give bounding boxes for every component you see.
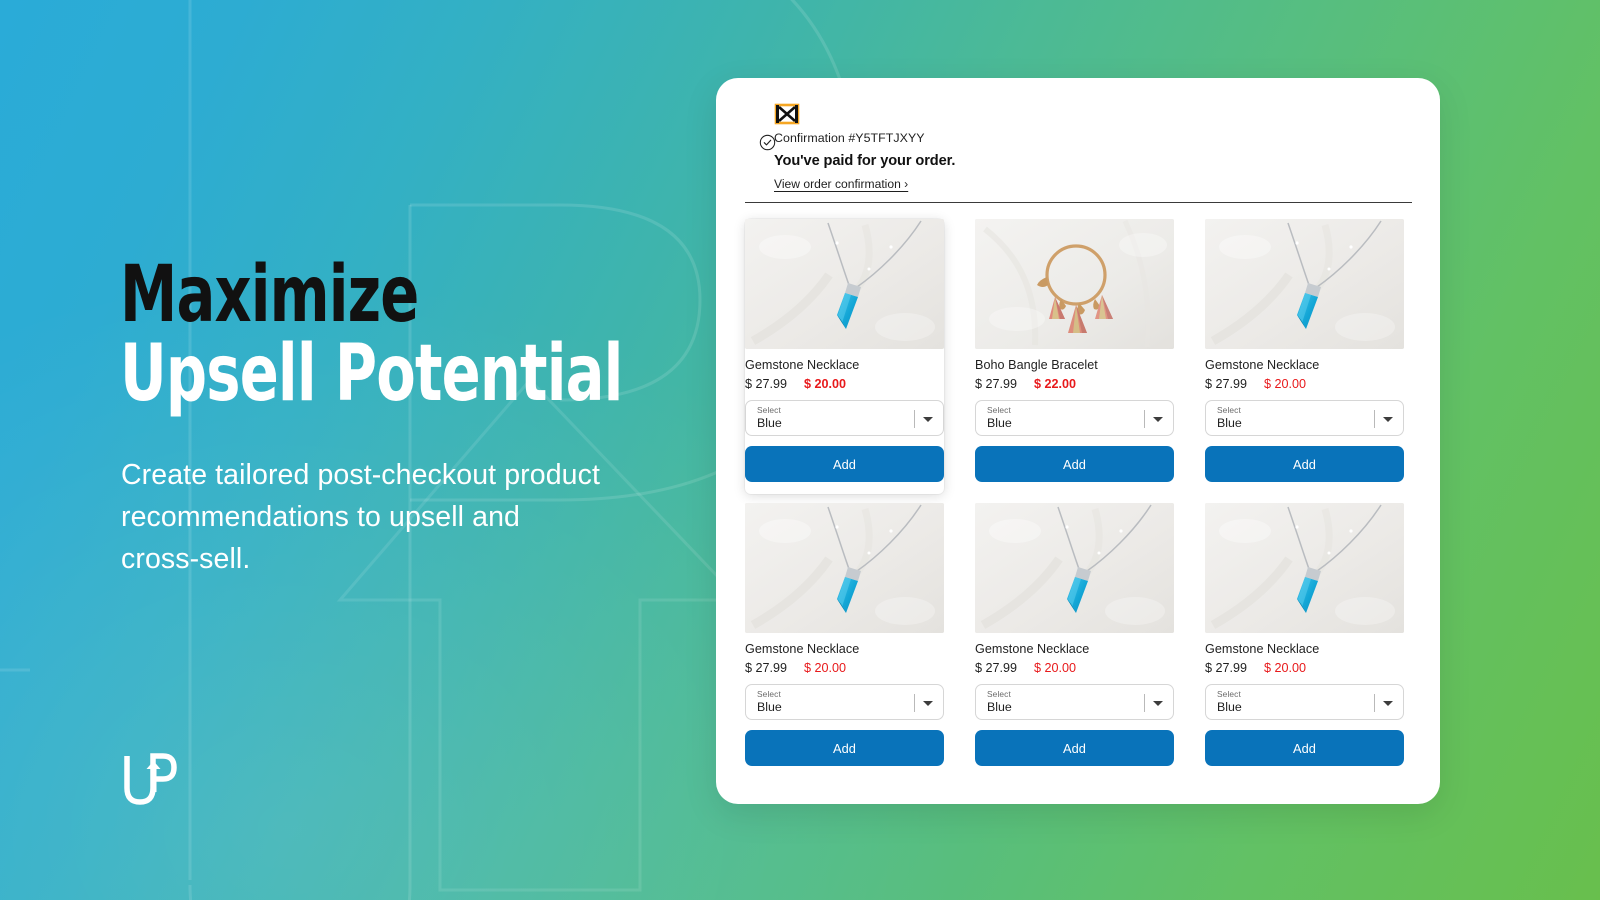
variant-select-divider — [914, 410, 915, 428]
chevron-down-icon[interactable] — [1153, 417, 1163, 422]
chevron-down-icon[interactable] — [923, 417, 933, 422]
variant-select[interactable]: Select Blue — [745, 684, 944, 720]
variant-select[interactable]: Select Blue — [975, 684, 1174, 720]
checkout-upsell-panel: Confirmation #Y5TFTJXYY You've paid for … — [716, 78, 1440, 804]
hero-copy: Maximize Upsell Potential — [120, 250, 680, 419]
variant-select-label: Select — [1217, 405, 1241, 415]
product-sale-price: $ 20.00 — [1264, 661, 1307, 675]
variant-select[interactable]: Select Blue — [1205, 684, 1404, 720]
variant-select[interactable]: Select Blue — [975, 400, 1174, 436]
product-image-gemstone-necklace-turquoise[interactable] — [745, 219, 944, 349]
variant-select-label: Select — [1217, 689, 1241, 699]
product-price-row: $ 27.99 $ 20.00 — [1205, 661, 1404, 675]
product-card-0[interactable]: Gemstone Necklace $ 27.99 $ 20.00 Select… — [745, 219, 944, 494]
variant-select-label: Select — [757, 405, 781, 415]
product-image-gemstone-necklace-turquoise[interactable] — [1205, 219, 1404, 349]
product-image-boho-bangle-bracelet-tassel[interactable] — [975, 219, 1174, 349]
variant-select[interactable]: Select Blue — [1205, 400, 1404, 436]
product-recommendation-grid: Gemstone Necklace $ 27.99 $ 20.00 Select… — [745, 219, 1412, 778]
variant-select-divider — [1374, 410, 1375, 428]
variant-select-value: Blue — [987, 416, 1012, 430]
product-title: Gemstone Necklace — [975, 642, 1090, 656]
headline-line-2: Upsell Potential — [120, 328, 623, 419]
confirmation-headline: You've paid for your order. — [774, 153, 956, 170]
variant-select-divider — [1374, 694, 1375, 712]
product-card-5[interactable]: Gemstone Necklace $ 27.99 $ 20.00 Select… — [1205, 503, 1404, 778]
product-sale-price: $ 20.00 — [1034, 661, 1077, 675]
product-sale-price: $ 20.00 — [804, 661, 847, 675]
chevron-down-icon[interactable] — [1153, 701, 1163, 706]
hero-subcopy: Create tailored post-checkout product re… — [121, 459, 600, 575]
product-sale-price: $ 20.00 — [804, 377, 847, 391]
shop-logo-icon — [774, 103, 800, 125]
product-title: Gemstone Necklace — [745, 642, 860, 656]
add-to-order-button[interactable]: Add — [1205, 446, 1404, 482]
up-arrow-monogram-logo-icon — [124, 753, 177, 805]
add-to-order-button[interactable]: Add — [975, 446, 1174, 482]
section-divider — [745, 202, 1412, 203]
product-original-price: $ 27.99 — [1205, 377, 1248, 391]
product-title: Boho Bangle Bracelet — [975, 358, 1098, 372]
product-original-price: $ 27.99 — [975, 377, 1018, 391]
variant-select-divider — [1144, 694, 1145, 712]
product-sale-price: $ 20.00 — [1264, 377, 1307, 391]
add-to-order-button[interactable]: Add — [1205, 730, 1404, 766]
product-card-3[interactable]: Gemstone Necklace $ 27.99 $ 20.00 Select… — [745, 503, 944, 778]
product-price-row: $ 27.99 $ 20.00 — [745, 661, 944, 675]
product-original-price: $ 27.99 — [975, 661, 1018, 675]
variant-select-label: Select — [987, 405, 1011, 415]
variant-select-value: Blue — [1217, 416, 1242, 430]
product-original-price: $ 27.99 — [1205, 661, 1248, 675]
variant-select-value: Blue — [1217, 700, 1242, 714]
chevron-down-icon[interactable] — [1383, 701, 1393, 706]
product-price-row: $ 27.99 $ 20.00 — [745, 377, 944, 391]
variant-select[interactable]: Select Blue — [745, 400, 944, 436]
product-original-price: $ 27.99 — [745, 377, 788, 391]
add-to-order-button[interactable]: Add — [975, 730, 1174, 766]
order-confirmation-block: Confirmation #Y5TFTJXYY You've paid for … — [744, 130, 1412, 193]
variant-select-value: Blue — [757, 700, 782, 714]
product-original-price: $ 27.99 — [745, 661, 788, 675]
product-image-gemstone-necklace-turquoise[interactable] — [745, 503, 944, 633]
variant-select-value: Blue — [987, 700, 1012, 714]
view-order-confirmation-link[interactable]: View order confirmation › — [774, 177, 908, 191]
variant-select-label: Select — [987, 689, 1011, 699]
product-card-2[interactable]: Gemstone Necklace $ 27.99 $ 20.00 Select… — [1205, 219, 1404, 494]
variant-select-value: Blue — [757, 416, 782, 430]
product-price-row: $ 27.99 $ 20.00 — [1205, 377, 1404, 391]
product-title: Gemstone Necklace — [1205, 642, 1320, 656]
product-image-gemstone-necklace-turquoise[interactable] — [975, 503, 1174, 633]
chevron-down-icon[interactable] — [1383, 417, 1393, 422]
product-title: Gemstone Necklace — [1205, 358, 1320, 372]
promo-banner: Maximize Upsell Potential Create tailore… — [0, 0, 1600, 900]
confirmation-number: Confirmation #Y5TFTJXYY — [774, 131, 925, 145]
add-to-order-button[interactable]: Add — [745, 446, 944, 482]
headline-line-1: Maximize — [120, 250, 419, 340]
variant-select-divider — [914, 694, 915, 712]
product-price-row: $ 27.99 $ 20.00 — [975, 661, 1174, 675]
product-price-row: $ 27.99 $ 22.00 — [975, 377, 1174, 391]
add-to-order-button[interactable]: Add — [745, 730, 944, 766]
product-card-4[interactable]: Gemstone Necklace $ 27.99 $ 20.00 Select… — [975, 503, 1174, 778]
chevron-down-icon[interactable] — [923, 701, 933, 706]
product-sale-price: $ 22.00 — [1034, 377, 1077, 391]
product-card-1[interactable]: Boho Bangle Bracelet $ 27.99 $ 22.00 Sel… — [975, 219, 1174, 494]
variant-select-label: Select — [757, 689, 781, 699]
product-image-gemstone-necklace-turquoise[interactable] — [1205, 503, 1404, 633]
variant-select-divider — [1144, 410, 1145, 428]
check-circle-icon — [759, 134, 776, 151]
product-title: Gemstone Necklace — [745, 358, 860, 372]
